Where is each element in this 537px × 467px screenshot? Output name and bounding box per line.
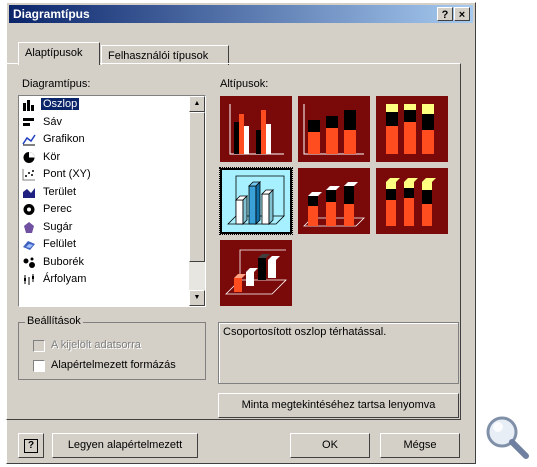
ok-button-label: OK: [322, 439, 338, 451]
tab-label: Alaptípusok: [25, 47, 83, 59]
cancel-button-label: Mégse: [403, 439, 437, 451]
set-default-button-label: Legyen alapértelmezett: [67, 439, 183, 451]
help-button[interactable]: ?: [437, 7, 453, 21]
magnifier-icon[interactable]: [482, 412, 532, 462]
close-button[interactable]: ×: [454, 7, 470, 21]
ok-button[interactable]: OK: [290, 433, 370, 458]
set-default-button[interactable]: Legyen alapértelmezett: [52, 433, 198, 458]
cancel-button[interactable]: Mégse: [380, 433, 460, 458]
tab-label: Felhasználói típusok: [108, 50, 209, 62]
title-bar: Diagramtípus ? ×: [9, 5, 473, 23]
tab-panel: [6, 63, 461, 420]
help-question-button[interactable]: ?: [18, 433, 44, 458]
dialog-title: Diagramtípus: [13, 7, 90, 21]
tab-basic-types[interactable]: Alaptípusok: [18, 42, 100, 65]
question-icon: ?: [24, 439, 38, 453]
tab-custom-types[interactable]: Felhasználói típusok: [101, 45, 229, 65]
